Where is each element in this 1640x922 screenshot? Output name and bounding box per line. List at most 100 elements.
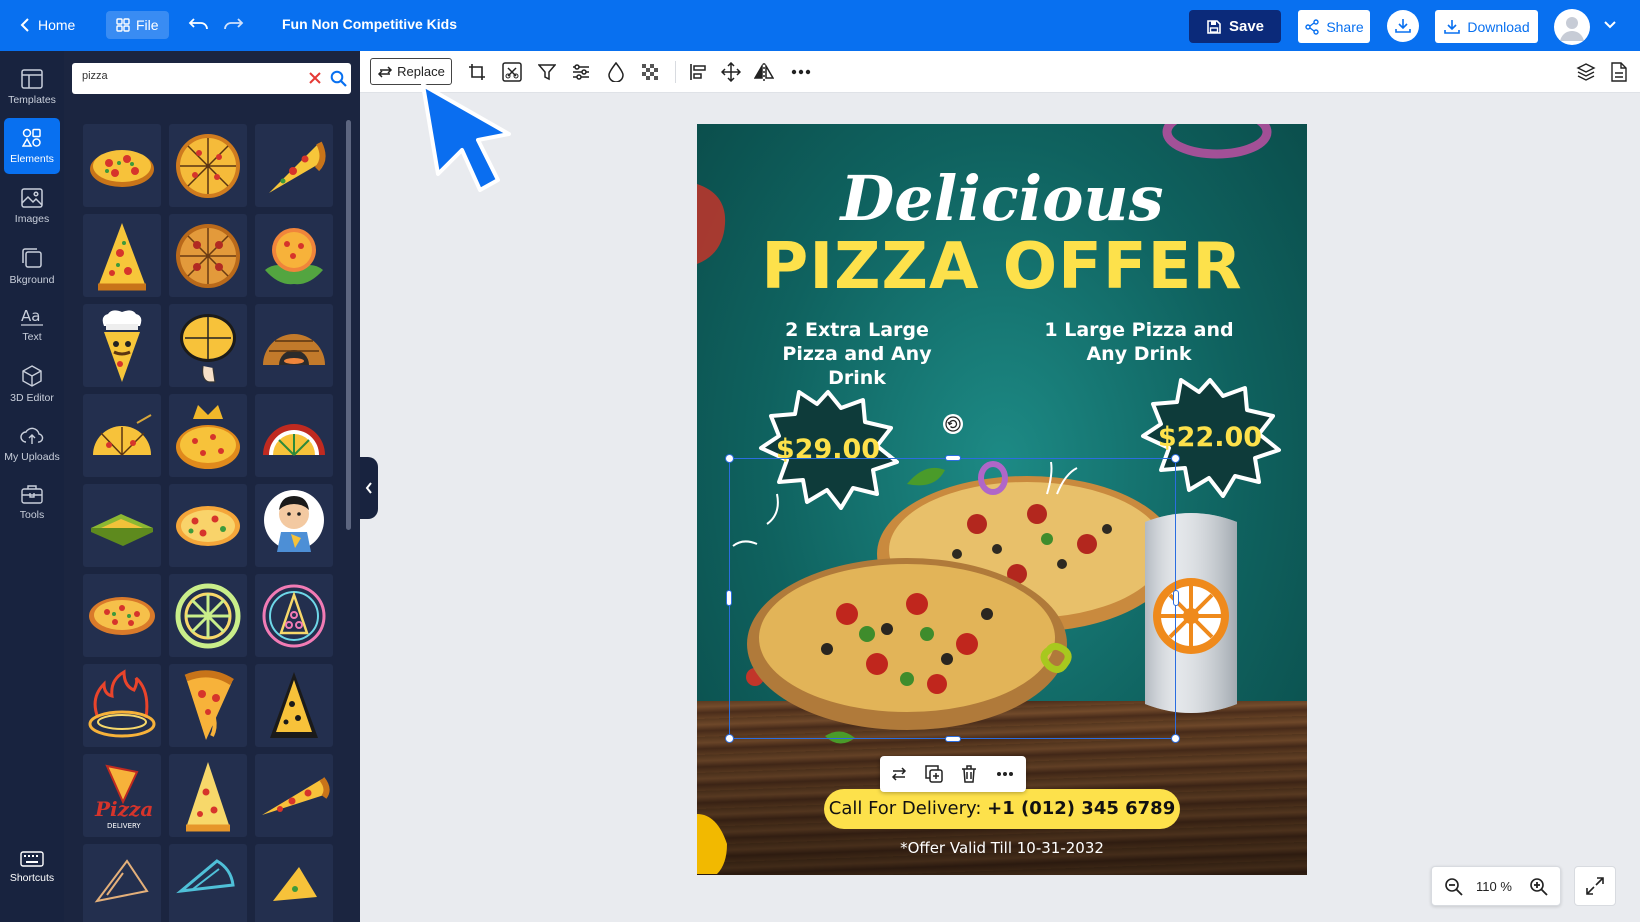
quick-download-button[interactable] — [1387, 10, 1419, 42]
element-result[interactable] — [255, 124, 333, 207]
text-icon: Aa — [21, 307, 43, 326]
element-result[interactable] — [169, 754, 247, 837]
chevron-left-icon — [20, 18, 29, 32]
sidebar-item-templates[interactable]: Templates — [4, 59, 60, 115]
sidebar-item-my-uploads[interactable]: My Uploads — [4, 416, 60, 472]
element-result[interactable] — [255, 484, 333, 567]
duplicate-button[interactable] — [923, 763, 945, 785]
element-result[interactable] — [83, 484, 161, 567]
more-options-button[interactable] — [788, 60, 814, 84]
element-result[interactable] — [255, 214, 333, 297]
search-input[interactable] — [82, 70, 282, 82]
element-result[interactable]: Pizza DELIVERY — [83, 754, 161, 837]
download-button[interactable]: Download — [1435, 10, 1538, 43]
pizza-crown-icon — [176, 404, 240, 469]
deal-left-text[interactable]: 2 Extra Large Pizza and Any Drink — [757, 318, 957, 390]
poster-title[interactable]: PIZZA OFFER — [697, 230, 1307, 304]
sidebar-item-text[interactable]: Aa Text — [4, 296, 60, 352]
opacity-button[interactable] — [603, 60, 629, 84]
rotate-handle[interactable] — [943, 414, 963, 434]
share-button[interactable]: Share — [1298, 10, 1370, 43]
pizza-whole-icon — [89, 596, 155, 635]
element-result[interactable] — [169, 304, 247, 387]
more-options-button[interactable] — [994, 763, 1016, 785]
save-button[interactable]: Save — [1189, 10, 1281, 43]
pizza-whole-icon — [90, 149, 154, 187]
element-result[interactable] — [255, 304, 333, 387]
resize-handle-top[interactable] — [945, 455, 961, 461]
fullscreen-button[interactable] — [1574, 866, 1616, 906]
element-result[interactable] — [255, 754, 333, 837]
move-button[interactable] — [718, 60, 744, 84]
element-result[interactable] — [169, 844, 247, 922]
zoom-in-icon[interactable] — [1529, 877, 1549, 897]
close-icon[interactable] — [308, 71, 322, 85]
pages-button[interactable] — [1606, 60, 1632, 84]
replace-button[interactable]: Replace — [370, 58, 452, 85]
svg-text:Aa: Aa — [21, 307, 40, 325]
collapse-panel-button[interactable] — [360, 457, 378, 519]
shortcuts-button[interactable]: Shortcuts — [4, 839, 60, 895]
zoom-level[interactable]: 110 % — [1476, 879, 1512, 894]
redo-button[interactable] — [222, 13, 244, 35]
element-result[interactable] — [83, 664, 161, 747]
poster-headline[interactable]: Delicious — [697, 162, 1307, 235]
search-icon[interactable] — [330, 70, 347, 87]
element-result[interactable] — [83, 844, 161, 922]
crop-button[interactable] — [464, 60, 490, 84]
resize-handle-top-right[interactable] — [1171, 454, 1180, 463]
sidebar-item-images[interactable]: Images — [4, 178, 60, 234]
sidebar-item-3d-editor[interactable]: 3D Editor — [4, 356, 60, 412]
replace-button[interactable] — [888, 763, 910, 785]
element-result[interactable] — [255, 574, 333, 657]
panel-scrollbar[interactable] — [346, 120, 351, 530]
transparency-button[interactable] — [637, 60, 663, 84]
element-result[interactable] — [83, 394, 161, 477]
element-result[interactable] — [169, 394, 247, 477]
undo-icon — [188, 18, 208, 30]
delete-button[interactable] — [958, 763, 980, 785]
resize-handle-right[interactable] — [1173, 590, 1179, 606]
element-result[interactable] — [169, 664, 247, 747]
file-menu-button[interactable]: File — [106, 11, 169, 39]
element-result[interactable] — [169, 124, 247, 207]
element-result[interactable] — [255, 844, 333, 922]
element-result[interactable] — [83, 124, 161, 207]
element-result[interactable] — [83, 574, 161, 657]
pizza-slice-icon — [184, 669, 234, 740]
resize-handle-bottom-right[interactable] — [1171, 734, 1180, 743]
layers-button[interactable] — [1573, 60, 1599, 84]
element-result[interactable] — [83, 214, 161, 297]
sidebar-item-tools[interactable]: Tools — [4, 474, 60, 530]
more-icon — [997, 772, 1013, 776]
element-result[interactable] — [169, 214, 247, 297]
sidebar-item-elements[interactable]: Elements — [4, 118, 60, 174]
selection-box[interactable] — [729, 458, 1176, 739]
document-title[interactable]: Fun Non Competitive Kids — [282, 16, 457, 32]
filter-button[interactable] — [534, 60, 560, 84]
undo-button[interactable] — [188, 13, 210, 35]
user-avatar[interactable] — [1554, 9, 1590, 45]
element-result[interactable] — [83, 304, 161, 387]
deal-right-text[interactable]: 1 Large Pizza and Any Drink — [1039, 318, 1239, 366]
delivery-callout[interactable]: Call For Delivery: +1 (012) 345 6789 — [824, 789, 1180, 829]
adjust-button[interactable] — [568, 60, 594, 84]
element-result[interactable] — [169, 574, 247, 657]
element-result[interactable] — [169, 484, 247, 567]
sidebar-item-label: Text — [22, 330, 42, 343]
resize-handle-top-left[interactable] — [725, 454, 734, 463]
align-button[interactable] — [685, 60, 711, 84]
element-result[interactable] — [255, 664, 333, 747]
offer-validity[interactable]: *Offer Valid Till 10-31-2032 — [697, 839, 1307, 857]
account-menu-button[interactable] — [1603, 17, 1617, 31]
element-result[interactable] — [255, 394, 333, 477]
resize-handle-bottom[interactable] — [945, 736, 961, 742]
cutout-button[interactable] — [499, 60, 525, 84]
resize-handle-left[interactable] — [726, 590, 732, 606]
download-icon — [1444, 19, 1461, 34]
resize-handle-bottom-left[interactable] — [725, 734, 734, 743]
home-button[interactable]: Home — [20, 14, 75, 36]
sidebar-item-background[interactable]: Bkground — [4, 238, 60, 294]
flip-button[interactable] — [751, 60, 777, 84]
zoom-out-icon[interactable] — [1444, 877, 1464, 897]
